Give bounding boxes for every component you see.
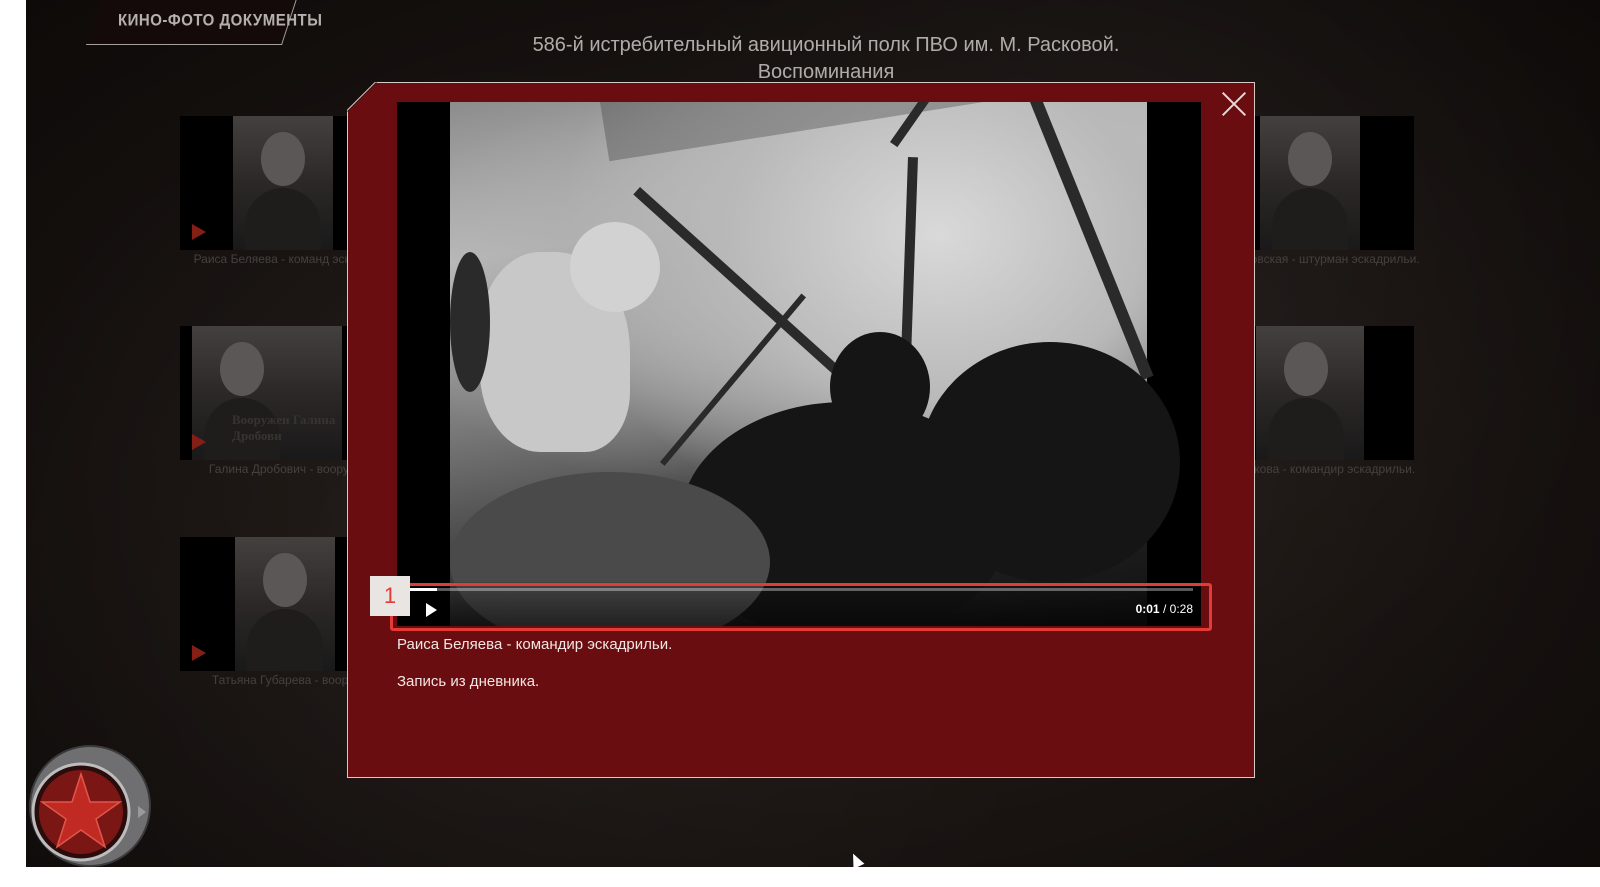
progress-fill — [409, 588, 438, 591]
video-player[interactable] — [397, 102, 1201, 626]
progress-bar[interactable] — [409, 588, 1193, 591]
video-controls: 0:01 / 0:28 — [397, 582, 1201, 626]
annotation-marker: 1 — [370, 576, 410, 616]
close-icon[interactable] — [1220, 90, 1248, 118]
video-caption: Раиса Беляева - командир эскадрильи. — [397, 636, 673, 653]
current-time: 0:01 — [1135, 602, 1160, 616]
time-separator: / — [1162, 602, 1167, 616]
video-description: Запись из дневника. — [397, 673, 540, 690]
duration: 0:28 — [1169, 602, 1193, 616]
video-frame — [450, 102, 1201, 626]
time-display: 0:01 / 0:28 — [1136, 602, 1193, 616]
play-button[interactable] — [426, 603, 437, 617]
star-emblem-icon[interactable] — [26, 742, 154, 868]
